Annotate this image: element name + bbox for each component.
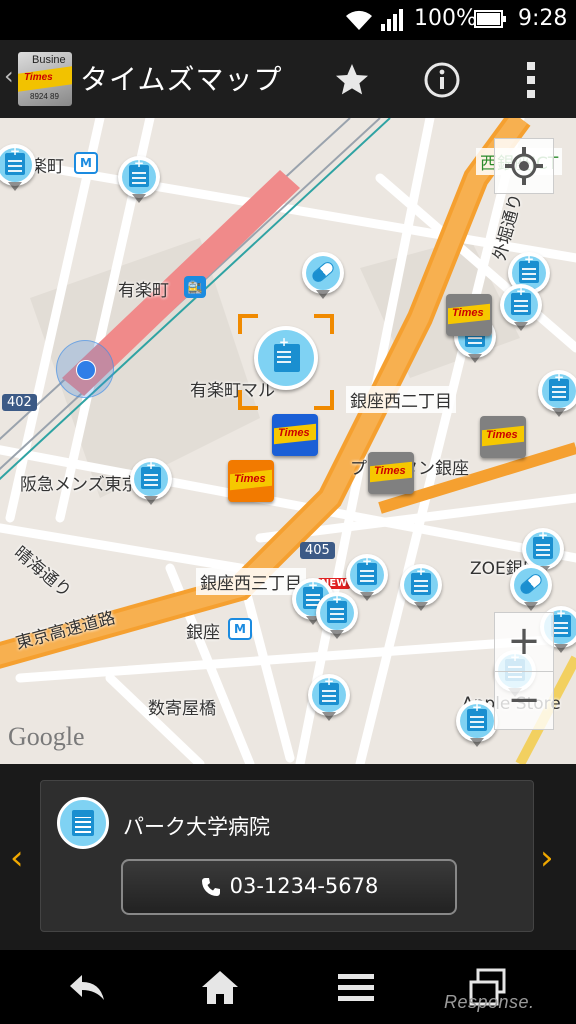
hospital-pin[interactable] (538, 370, 576, 417)
hospital-pin[interactable] (130, 458, 172, 505)
battery-icon (474, 10, 506, 28)
map-label-ginza: 銀座 (186, 623, 220, 643)
metro-station-icon: M (74, 152, 98, 174)
hospital-pin[interactable] (118, 156, 160, 203)
map-label-hankyu-mens: 阪急メンズ東京 (20, 475, 139, 495)
route-shield-402: 402 (2, 394, 37, 411)
clock: 9:28 (518, 6, 568, 31)
hospital-pin[interactable] (308, 674, 350, 721)
facility-name: パーク大学病院 (123, 815, 270, 839)
metro-station-icon: M (228, 618, 252, 640)
up-caret-icon[interactable]: ‹ (4, 62, 14, 90)
my-location-button[interactable] (494, 138, 554, 194)
hospital-pin[interactable] (500, 284, 542, 331)
hospital-pin[interactable] (316, 592, 358, 639)
selected-hospital-icon (254, 326, 318, 390)
logo-number: 8924 89 (30, 92, 59, 101)
logo-brand: Times (24, 72, 53, 83)
selected-hospital-pin[interactable] (238, 314, 334, 410)
hospital-pin[interactable] (0, 144, 36, 191)
times-parking-pin[interactable]: Times (446, 294, 492, 336)
facility-card[interactable]: パーク大学病院 03-1234-5678 (40, 780, 534, 932)
action-bar: ‹ Busine Times 8924 89 タイムズマップ (0, 40, 576, 118)
times-parking-pin[interactable]: Times (480, 416, 526, 458)
app-logo[interactable]: Busine Times 8924 89 (18, 52, 72, 106)
jr-station-icon: 🚉 (184, 276, 206, 298)
map-label-yurakucho: 有楽町 (118, 281, 169, 301)
google-logo: Google (8, 722, 85, 751)
zoom-control: + − (494, 612, 554, 730)
call-button[interactable]: 03-1234-5678 (121, 859, 457, 915)
times-parking-pin[interactable]: Times (368, 452, 414, 494)
pharmacy-pin[interactable] (510, 564, 552, 611)
battery-percent: 100% (414, 6, 477, 31)
response-watermark: Response. (444, 992, 535, 1012)
hospital-icon (57, 797, 109, 849)
overflow-menu-icon[interactable] (512, 58, 552, 102)
info-panel: ‹ パーク大学病院 03-1234-5678 › (0, 764, 576, 950)
route-shield-405: 405 (300, 542, 335, 559)
previous-arrow-icon[interactable]: ‹ (10, 838, 24, 878)
favorite-star-icon[interactable] (332, 60, 372, 100)
signal-icon (381, 9, 403, 31)
times-parking-pin[interactable]: Times (272, 414, 318, 456)
map-label-ginza-nishi-3: 銀座西三丁目 (196, 568, 306, 595)
times-parking-pin[interactable]: Times (228, 460, 274, 502)
zoom-out-button[interactable]: − (495, 671, 553, 729)
next-arrow-icon[interactable]: › (540, 838, 554, 878)
map-label-sukiyabashi: 数寄屋橋 (148, 699, 216, 719)
wifi-icon (346, 10, 372, 30)
hospital-pin[interactable] (456, 700, 498, 747)
hospital-pin[interactable] (346, 554, 388, 601)
back-icon[interactable] (66, 966, 110, 1010)
pharmacy-pin[interactable] (302, 252, 344, 299)
phone-number: 03-1234-5678 (229, 874, 379, 898)
hospital-pin[interactable] (400, 564, 442, 611)
phone-icon (201, 878, 220, 896)
app-title: タイムズマップ (80, 63, 283, 96)
logo-text: Busine (32, 54, 66, 66)
map-label-ginza-nishi-2: 銀座西二丁目 (346, 386, 456, 413)
menu-icon[interactable] (334, 966, 378, 1010)
crosshair-icon (505, 147, 543, 185)
zoom-in-button[interactable]: + (495, 613, 553, 671)
map-view[interactable]: 楽町 M 有楽町 🚉 有楽町マル 銀座西二丁目 阪急メンズ東京 プランタン銀座 … (0, 118, 576, 764)
home-icon[interactable] (198, 966, 242, 1010)
info-icon[interactable] (422, 60, 462, 100)
status-bar: 100% 9:28 (0, 0, 576, 40)
current-location-marker (56, 340, 114, 398)
